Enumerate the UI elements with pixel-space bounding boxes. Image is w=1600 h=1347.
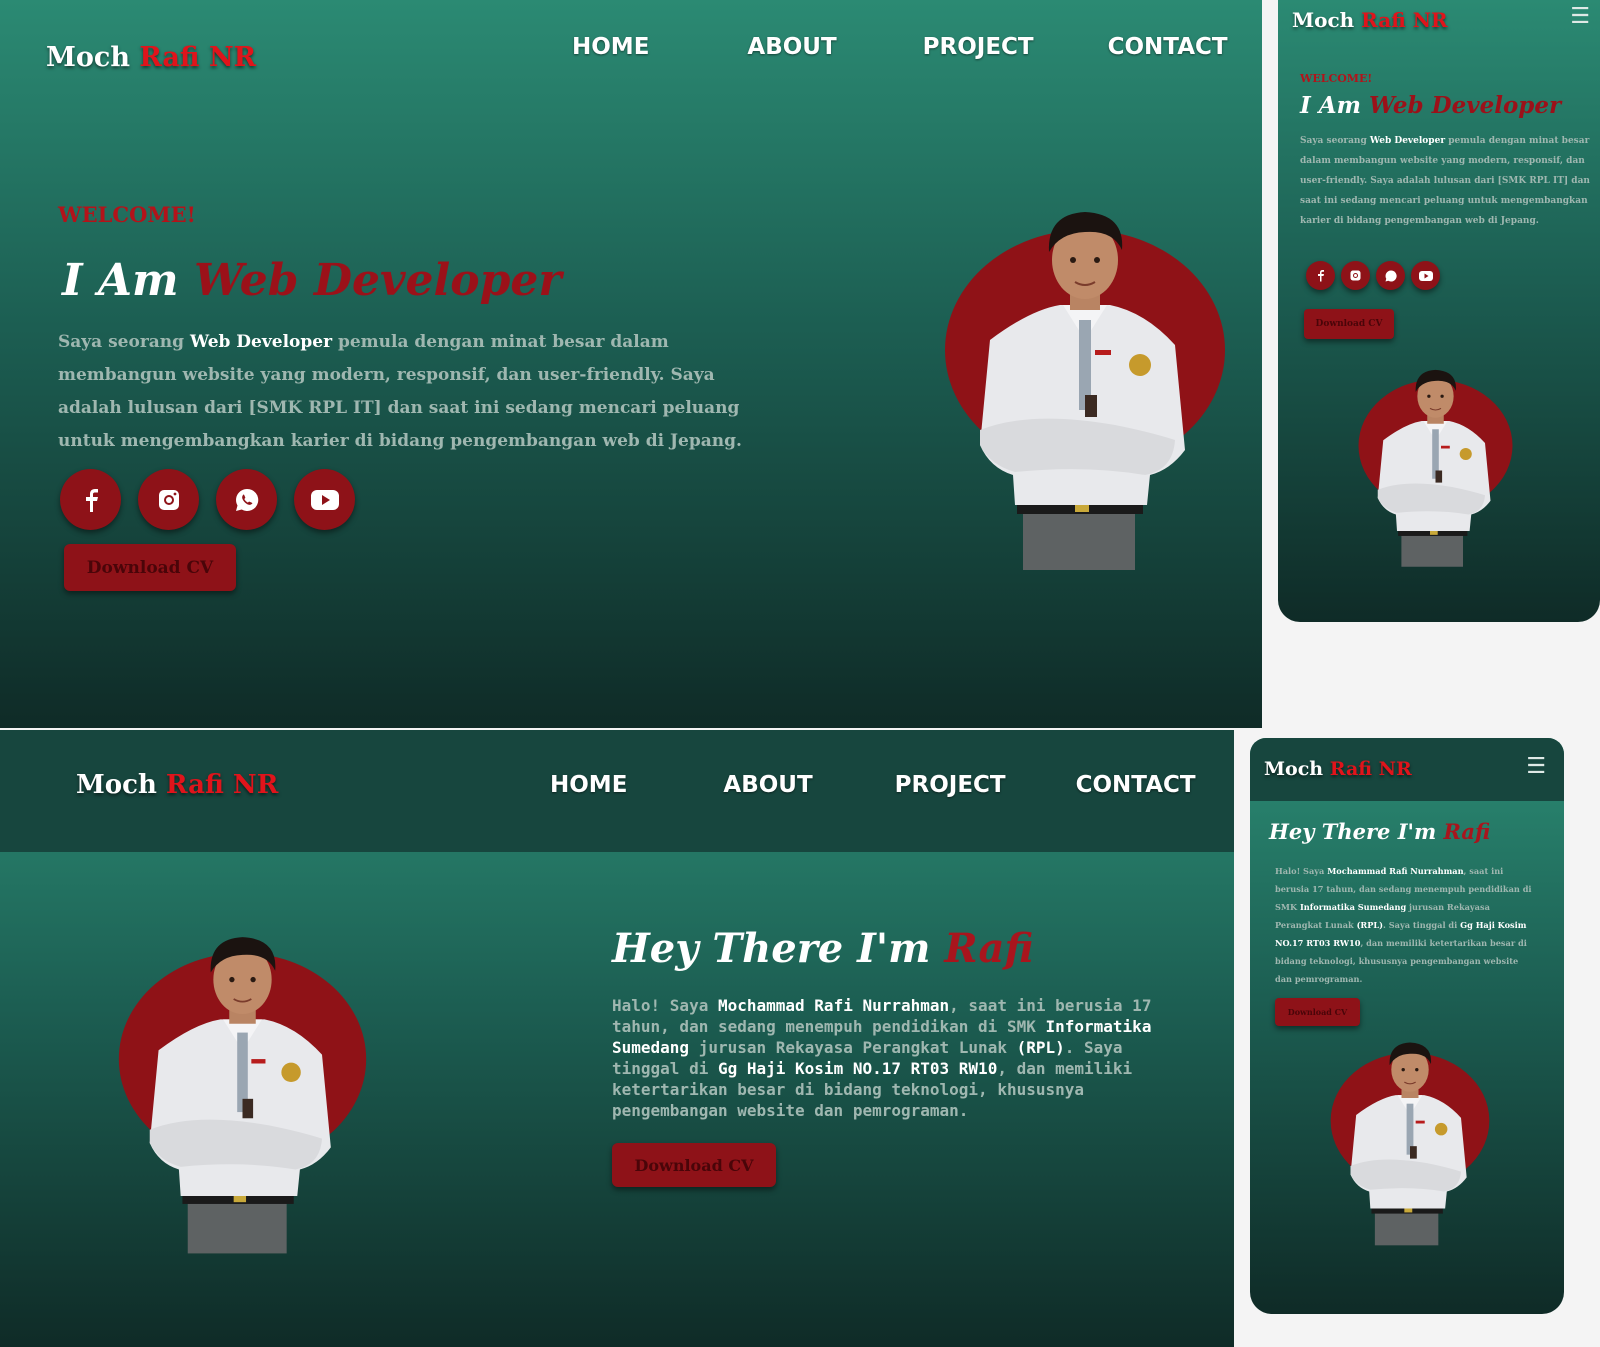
hero-headline: I Am Web Developer xyxy=(62,255,562,306)
brand-first: Moch xyxy=(1264,758,1324,780)
brand-first: Moch xyxy=(1292,8,1355,32)
hero-headline: I Am Web Developer xyxy=(1300,92,1561,119)
bio-text: . Saya tinggal di xyxy=(1383,920,1458,930)
facebook-icon[interactable] xyxy=(60,469,121,530)
nav-project[interactable]: PROJECT xyxy=(895,772,1006,798)
headline-plain: I Am xyxy=(62,255,179,306)
profile-photo xyxy=(117,936,368,1255)
headline-accent: Web Developer xyxy=(1368,92,1562,119)
download-cv-button[interactable]: Download CV xyxy=(1275,998,1360,1026)
nav-home[interactable]: HOME xyxy=(550,772,627,798)
brand-logo[interactable]: Moch Rafi NR xyxy=(46,42,256,73)
download-cv-button[interactable]: Download CV xyxy=(1304,309,1394,339)
brand-logo[interactable]: Moch Rafi NR xyxy=(1292,8,1448,32)
bio-text: Halo! Saya xyxy=(612,996,709,1015)
headline-plain: Hey There I'm xyxy=(1269,819,1437,844)
profile-photo xyxy=(944,211,1226,570)
youtube-icon[interactable] xyxy=(1411,261,1440,290)
desktop-about-section: Moch Rafi NR HOME ABOUT PROJECT CONTACT … xyxy=(0,730,1234,1347)
bio-post: pemula dengan minat besar dalam membangu… xyxy=(1300,136,1590,226)
brand-logo[interactable]: Moch Rafi NR xyxy=(1264,758,1412,780)
bio-bold: Web Developer xyxy=(1369,136,1446,146)
brand-accent: Rafi NR xyxy=(1329,758,1412,780)
headline-accent: Web Developer xyxy=(193,255,562,306)
social-links xyxy=(60,469,372,530)
bio-name: Mochammad Rafi Nurrahman xyxy=(1327,866,1464,876)
nav-home[interactable]: HOME xyxy=(572,34,649,60)
headline-accent: Rafi xyxy=(1443,819,1491,844)
about-headline: Hey There I'm Rafi xyxy=(1269,819,1490,844)
menu-icon[interactable]: ☰ xyxy=(1526,756,1546,778)
headline-accent: Rafi xyxy=(944,925,1034,972)
instagram-icon[interactable] xyxy=(1341,261,1370,290)
mobile-about-section: Moch Rafi NR ☰ Hey There I'm Rafi Halo! … xyxy=(1250,738,1564,1314)
brand-accent: Rafi NR xyxy=(139,42,257,73)
profile-photo xyxy=(1357,369,1514,568)
bio-pre: Saya seorang xyxy=(58,332,185,352)
hero-bio: Saya seorang Web Developer pemula dengan… xyxy=(1300,131,1590,231)
headline-plain: Hey There I'm xyxy=(612,925,931,972)
bio-text: Halo! Saya xyxy=(1275,866,1325,876)
download-cv-button[interactable]: Download CV xyxy=(612,1143,776,1187)
bio-name: Mochammad Rafi Nurrahman xyxy=(717,996,950,1015)
about-headline: Hey There I'm Rafi xyxy=(612,925,1034,972)
nav-about[interactable]: ABOUT xyxy=(723,772,812,798)
main-nav: HOME ABOUT PROJECT CONTACT xyxy=(572,34,1228,60)
brand-accent: Rafi NR xyxy=(165,770,279,800)
welcome-label: WELCOME! xyxy=(1300,72,1373,85)
mobile-home-section: Moch Rafi NR ☰ WELCOME! I Am Web Develop… xyxy=(1278,0,1600,622)
youtube-icon[interactable] xyxy=(294,469,355,530)
main-nav: HOME ABOUT PROJECT CONTACT xyxy=(550,772,1196,798)
headline-plain: I Am xyxy=(1300,92,1361,119)
brand-accent: Rafi NR xyxy=(1361,8,1448,32)
bio-school: Informatika Sumedang xyxy=(1299,902,1407,912)
instagram-icon[interactable] xyxy=(138,469,199,530)
bio-text: jurusan Rekayasa Perangkat Lunak xyxy=(698,1038,1007,1057)
bio-rpl: (RPL) xyxy=(1356,920,1384,930)
bio-address: Gg Haji Kosim NO.17 RT03 RW10 xyxy=(717,1059,998,1078)
nav-contact[interactable]: CONTACT xyxy=(1108,34,1228,60)
download-cv-button[interactable]: Download CV xyxy=(64,544,236,591)
whatsapp-icon[interactable] xyxy=(1376,261,1405,290)
whatsapp-icon[interactable] xyxy=(216,469,277,530)
brand-logo[interactable]: Moch Rafi NR xyxy=(76,770,278,800)
bio-pre: Saya seorang xyxy=(1300,136,1367,146)
about-bio: Halo! Saya Mochammad Rafi Nurrahman, saa… xyxy=(1275,862,1537,988)
menu-icon[interactable]: ☰ xyxy=(1570,6,1590,28)
about-bio: Halo! Saya Mochammad Rafi Nurrahman, saa… xyxy=(612,995,1192,1121)
nav-about[interactable]: ABOUT xyxy=(747,34,836,60)
nav-contact[interactable]: CONTACT xyxy=(1076,772,1196,798)
desktop-home-section: Moch Rafi NR HOME ABOUT PROJECT CONTACT … xyxy=(0,0,1262,728)
profile-photo xyxy=(1330,1041,1490,1246)
hero-bio: Saya seorang Web Developer pemula dengan… xyxy=(58,326,778,458)
brand-first: Moch xyxy=(76,770,157,800)
bio-rpl: (RPL) xyxy=(1016,1038,1065,1057)
welcome-label: WELCOME! xyxy=(58,202,196,227)
facebook-icon[interactable] xyxy=(1306,261,1335,290)
brand-first: Moch xyxy=(46,42,130,73)
social-links xyxy=(1306,261,1446,290)
bio-bold: Web Developer xyxy=(189,332,333,352)
nav-project[interactable]: PROJECT xyxy=(923,34,1034,60)
